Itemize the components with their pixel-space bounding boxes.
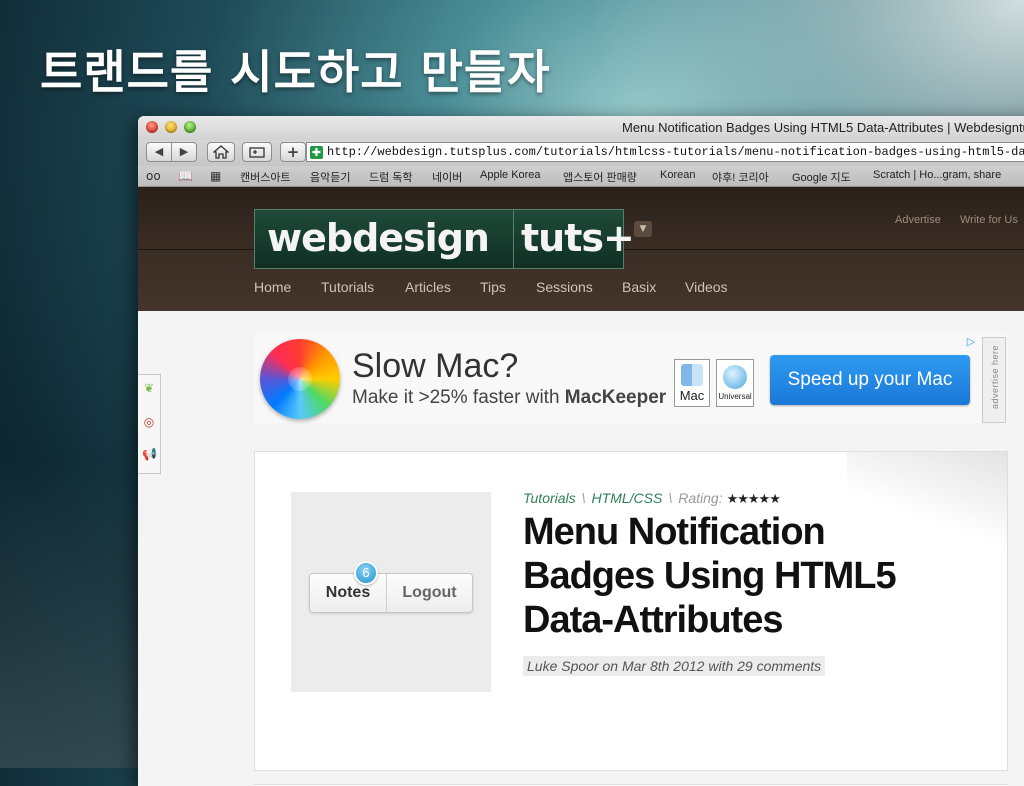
spinning-wheel-icon bbox=[260, 339, 340, 419]
title-bar: Menu Notification Badges Using HTML5 Dat… bbox=[138, 116, 1024, 140]
nav-articles[interactable]: Articles bbox=[405, 279, 451, 295]
advertise-here-tab[interactable]: advertise here bbox=[982, 337, 1006, 423]
ad-banner[interactable]: Slow Mac? Make it >25% faster with MacKe… bbox=[254, 333, 1006, 423]
adchoices-icon[interactable]: ▷ bbox=[964, 335, 978, 349]
logo-divider bbox=[513, 210, 514, 268]
nav-sessions[interactable]: Sessions bbox=[536, 279, 593, 295]
notification-badge: 6 bbox=[354, 561, 378, 585]
bookmarks-bar: oo 📖 ▦ 캔버스아트 음악듣기 드럼 독학 네이버 Apple Korea … bbox=[138, 166, 1024, 187]
universal-badge-icon: Universal bbox=[716, 359, 754, 407]
category-separator: \ bbox=[581, 490, 586, 506]
nav-videos[interactable]: Videos bbox=[685, 279, 728, 295]
book-icon[interactable]: 📖 bbox=[178, 169, 193, 183]
article-byline: Luke Spoor on Mar 8th 2012 with 29 comme… bbox=[523, 656, 826, 676]
nav-tips[interactable]: Tips bbox=[480, 279, 506, 295]
article-thumbnail[interactable]: Notes Logout 6 bbox=[291, 492, 491, 692]
bookmark-item[interactable]: 네이버 bbox=[432, 169, 462, 185]
demo-logout-button: Logout bbox=[402, 584, 457, 601]
bookmark-item[interactable]: 캔버스아트 bbox=[240, 169, 291, 185]
ad-sub-brand: MacKeeper bbox=[564, 387, 667, 408]
bookmark-item[interactable]: 야후! 코리아 bbox=[712, 169, 769, 185]
reading-list-icon[interactable]: oo bbox=[146, 169, 161, 183]
show-bookmarks-button[interactable] bbox=[242, 142, 272, 162]
ad-mac-label: Mac bbox=[679, 388, 705, 403]
home-icon bbox=[212, 145, 230, 159]
ad-subheadline: Make it >25% faster with MacKeeper bbox=[352, 387, 666, 409]
demo-menu: Notes Logout bbox=[309, 573, 473, 613]
page-viewport: webdesign tuts+ ▼ Advertise Write for Us… bbox=[138, 187, 1024, 786]
category-htmlcss-link[interactable]: HTML/CSS bbox=[592, 490, 663, 506]
network-dropdown-button[interactable]: ▼ bbox=[634, 221, 652, 237]
zoom-window-button[interactable] bbox=[184, 121, 196, 133]
article-meta: Tutorials \ HTML/CSS \ Rating: ★★★★★ bbox=[523, 490, 781, 507]
site-header: webdesign tuts+ ▼ Advertise Write for Us… bbox=[138, 187, 1024, 311]
forward-button[interactable]: ▶ bbox=[171, 142, 197, 162]
ad-universal-label: Universal bbox=[718, 392, 752, 401]
browser-toolbar: ◀ ▶ + ✚ http://webdesign.tutsplus.com/tu… bbox=[138, 140, 1024, 166]
bookmark-item[interactable]: 음악듣기 bbox=[310, 169, 350, 185]
write-for-us-link[interactable]: Write for Us bbox=[960, 214, 1018, 226]
rating-label: Rating: bbox=[678, 490, 723, 506]
ad-cta-button[interactable]: Speed up your Mac bbox=[770, 355, 970, 405]
minimize-window-button[interactable] bbox=[165, 121, 177, 133]
address-bar[interactable]: ✚ http://webdesign.tutsplus.com/tutorial… bbox=[306, 142, 1024, 162]
browser-window: Menu Notification Badges Using HTML5 Dat… bbox=[138, 116, 1024, 786]
site-logo[interactable]: webdesign tuts+ bbox=[254, 209, 635, 269]
ad-headline: Slow Mac? bbox=[352, 347, 519, 385]
bookmark-item[interactable]: Apple Korea bbox=[480, 169, 541, 181]
nav-basix[interactable]: Basix bbox=[622, 279, 656, 295]
chevron-down-icon: ▼ bbox=[639, 224, 647, 234]
add-bookmark-button[interactable]: + bbox=[280, 142, 306, 162]
forward-arrow-icon: ▶ bbox=[179, 145, 189, 158]
bookmarks-icon bbox=[249, 147, 265, 158]
mac-finder-icon: Mac bbox=[674, 359, 710, 407]
side-share-widget: ❦ ◎ 📢 bbox=[138, 374, 161, 474]
bookmark-item[interactable]: 앱스토어 판매량 bbox=[563, 169, 637, 185]
leaf-icon[interactable]: ❦ bbox=[142, 381, 156, 395]
logo-webdesign-text: webdesign bbox=[267, 216, 490, 260]
advertise-link[interactable]: Advertise bbox=[895, 214, 941, 226]
bookmark-item[interactable]: Google 지도 bbox=[792, 169, 851, 185]
logo-tuts-text: tuts+ bbox=[521, 216, 635, 260]
advertise-here-label: advertise here bbox=[990, 344, 1000, 410]
article-card: Notes Logout 6 Tutorials \ HTML/CSS \ Rating… bbox=[254, 451, 1008, 771]
ad-sub-prefix: Make it >25% faster with bbox=[352, 387, 565, 408]
close-window-button[interactable] bbox=[146, 121, 158, 133]
article-title[interactable]: Menu Notification Badges Using HTML5 Dat… bbox=[523, 510, 943, 642]
bookmark-item[interactable]: Korean bbox=[660, 169, 695, 181]
top-sites-grid-icon[interactable]: ▦ bbox=[210, 169, 221, 183]
nav-tutorials[interactable]: Tutorials bbox=[321, 279, 374, 295]
category-separator: \ bbox=[668, 490, 673, 506]
bookmark-item[interactable]: Scratch | Ho...gram, share bbox=[873, 169, 1001, 181]
megaphone-icon[interactable]: 📢 bbox=[142, 447, 157, 461]
back-button[interactable]: ◀ bbox=[146, 142, 172, 162]
address-bar-url: http://webdesign.tutsplus.com/tutorials/… bbox=[327, 145, 1024, 159]
back-arrow-icon: ◀ bbox=[154, 145, 164, 158]
lifebuoy-icon[interactable]: ◎ bbox=[142, 415, 156, 429]
category-tutorials-link[interactable]: Tutorials bbox=[523, 490, 576, 506]
site-favicon-icon: ✚ bbox=[310, 146, 323, 159]
slide-title: 트랜드를 시도하고 만들자 bbox=[40, 45, 551, 99]
nav-home[interactable]: Home bbox=[254, 279, 291, 295]
rating-stars-icon: ★★★★★ bbox=[726, 491, 781, 506]
bookmark-item[interactable]: 드럼 독학 bbox=[369, 169, 413, 185]
window-title: Menu Notification Badges Using HTML5 Dat… bbox=[622, 120, 1024, 135]
home-button[interactable] bbox=[207, 142, 235, 162]
